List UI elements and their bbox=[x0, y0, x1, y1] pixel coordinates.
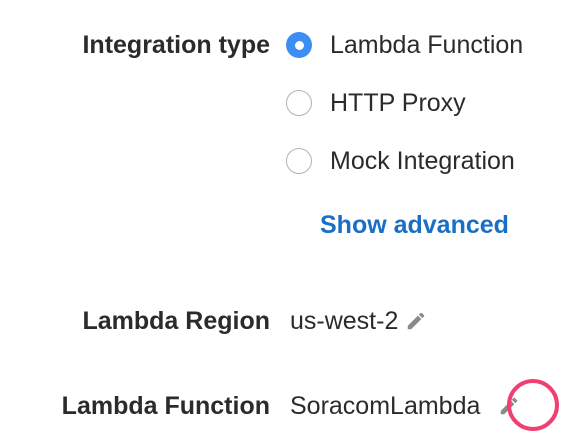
lambda-region-value: us-west-2 bbox=[290, 306, 399, 335]
radio-label-lambda-function[interactable]: Lambda Function bbox=[330, 31, 523, 60]
radio-label-mock-integration[interactable]: Mock Integration bbox=[330, 147, 515, 176]
edit-lambda-function-button[interactable] bbox=[496, 393, 522, 419]
pencil-icon bbox=[501, 397, 518, 415]
radio-label-http-proxy[interactable]: HTTP Proxy bbox=[330, 89, 466, 118]
radio-lambda-function[interactable]: Lambda Function bbox=[286, 29, 523, 61]
radio-http-proxy[interactable]: HTTP Proxy bbox=[286, 87, 466, 119]
integration-type-label: Integration type bbox=[82, 31, 270, 59]
radio-button[interactable] bbox=[286, 90, 312, 116]
lambda-function-label: Lambda Function bbox=[61, 392, 270, 420]
lambda-function-value-row: SoracomLambda bbox=[290, 390, 522, 422]
lambda-region-label: Lambda Region bbox=[82, 307, 270, 335]
lambda-region-value-row: us-west-2 bbox=[290, 305, 429, 337]
pencil-icon bbox=[408, 312, 425, 330]
radio-mock-integration[interactable]: Mock Integration bbox=[286, 145, 515, 177]
show-advanced-link[interactable]: Show advanced bbox=[320, 210, 509, 240]
radio-button-selected[interactable] bbox=[286, 32, 312, 58]
edit-lambda-region-button[interactable] bbox=[403, 308, 429, 334]
radio-button[interactable] bbox=[286, 148, 312, 174]
lambda-function-value: SoracomLambda bbox=[290, 391, 481, 420]
